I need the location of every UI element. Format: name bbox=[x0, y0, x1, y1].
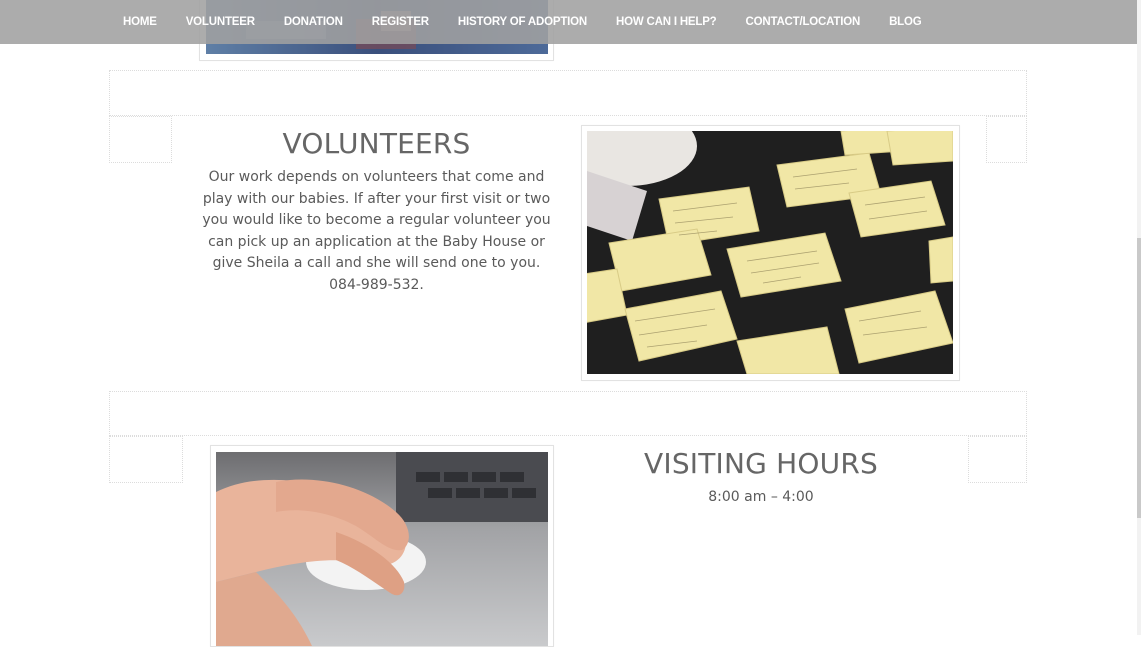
divider-band-1 bbox=[109, 70, 1027, 116]
nav-item-donation[interactable]: DONATION bbox=[284, 2, 343, 42]
nav-item-blog[interactable]: BLOG bbox=[889, 2, 922, 42]
visiting-photo bbox=[216, 452, 548, 646]
nav-item-how-can-i-help[interactable]: HOW CAN I HELP? bbox=[616, 2, 717, 42]
decor-box-left-1 bbox=[109, 116, 172, 163]
nav-item-history-of-adoption[interactable]: HISTORY OF ADOPTION bbox=[458, 2, 587, 42]
nav-item-volunteer[interactable]: VOLUNTEER bbox=[186, 2, 255, 42]
nav-item-contact-location[interactable]: CONTACT/LOCATION bbox=[746, 2, 861, 42]
sticky-notes-photo-image bbox=[587, 131, 953, 374]
visiting-hours-title: VISITING HOURS bbox=[644, 447, 878, 480]
decor-box-left-2 bbox=[109, 436, 183, 483]
volunteers-photo bbox=[587, 131, 953, 374]
page-scrollbar-thumb[interactable] bbox=[1137, 238, 1141, 518]
visiting-hours-value: 8:00 am – 4:00 bbox=[708, 489, 814, 505]
nav-item-register[interactable]: REGISTER bbox=[372, 2, 429, 42]
divider-band-2 bbox=[109, 391, 1027, 436]
main-navbar: HOME VOLUNTEER DONATION REGISTER HISTORY… bbox=[0, 0, 1137, 44]
volunteers-photo-frame bbox=[581, 125, 960, 381]
nav-item-home[interactable]: HOME bbox=[123, 2, 157, 42]
volunteers-text: Our work depends on volunteers that come… bbox=[202, 169, 551, 293]
hand-mouse-photo-image bbox=[216, 452, 548, 646]
visiting-photo-frame bbox=[210, 445, 554, 647]
volunteers-title: VOLUNTEERS bbox=[282, 127, 471, 160]
nav-menu: HOME VOLUNTEER DONATION REGISTER HISTORY… bbox=[0, 2, 951, 42]
decor-box-right-2 bbox=[968, 436, 1027, 483]
decor-box-right-1 bbox=[986, 116, 1027, 163]
